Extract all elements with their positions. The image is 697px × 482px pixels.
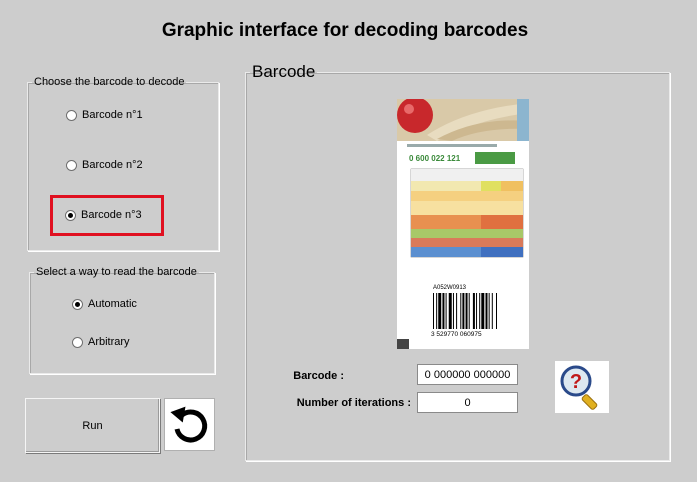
code-text: 0 600 022 121 <box>409 154 461 163</box>
radio-label: Arbitrary <box>88 336 130 348</box>
lot-text: A052W0913 <box>433 285 467 291</box>
radio-dot[interactable] <box>66 109 77 121</box>
radio-dot[interactable] <box>72 336 83 348</box>
rotate-arrow-icon <box>169 406 207 442</box>
radio-barcode-2[interactable]: Barcode n°2 <box>66 159 143 171</box>
radio-arbitrary[interactable]: Arbitrary <box>72 336 130 348</box>
read-mode-group: Select a way to read the barcode <box>29 266 215 374</box>
barcode-digits: 3 529770 060975 <box>431 331 482 338</box>
page-title: Graphic interface for decoding barcodes <box>161 20 529 41</box>
barcode-photo-drawing: 0 600 022 121 A052W0913 3 529770 060975 <box>397 99 529 349</box>
svg-text:?: ? <box>570 371 582 393</box>
magnifier-question-icon: ? <box>560 365 598 410</box>
iterations-label: Number of iterations : <box>296 397 411 409</box>
decode-search-button[interactable]: ? <box>555 361 609 413</box>
reset-button[interactable] <box>164 398 215 451</box>
barcode-panel-legend: Barcode <box>252 62 316 81</box>
barcode-photo: 0 600 022 121 A052W0913 3 529770 060975 <box>397 99 529 349</box>
radio-dot[interactable] <box>66 159 77 171</box>
radio-label: Automatic <box>88 298 137 310</box>
run-button[interactable]: Run <box>25 398 160 453</box>
radio-label: Barcode n°2 <box>82 159 143 171</box>
radio-dot-selected[interactable] <box>72 298 83 310</box>
barcode-bars <box>433 293 497 329</box>
radio-barcode-1[interactable]: Barcode n°1 <box>66 109 143 121</box>
selection-highlight <box>50 195 164 236</box>
radio-automatic[interactable]: Automatic <box>72 298 137 310</box>
read-mode-legend: Select a way to read the barcode <box>36 266 197 278</box>
choose-barcode-legend: Choose the barcode to decode <box>34 76 185 88</box>
barcode-label: Barcode : <box>293 370 344 382</box>
barcode-value-field[interactable]: 0 000000 000000 <box>417 364 518 385</box>
iterations-value-field[interactable]: 0 <box>417 392 518 413</box>
radio-label: Barcode n°1 <box>82 109 143 121</box>
